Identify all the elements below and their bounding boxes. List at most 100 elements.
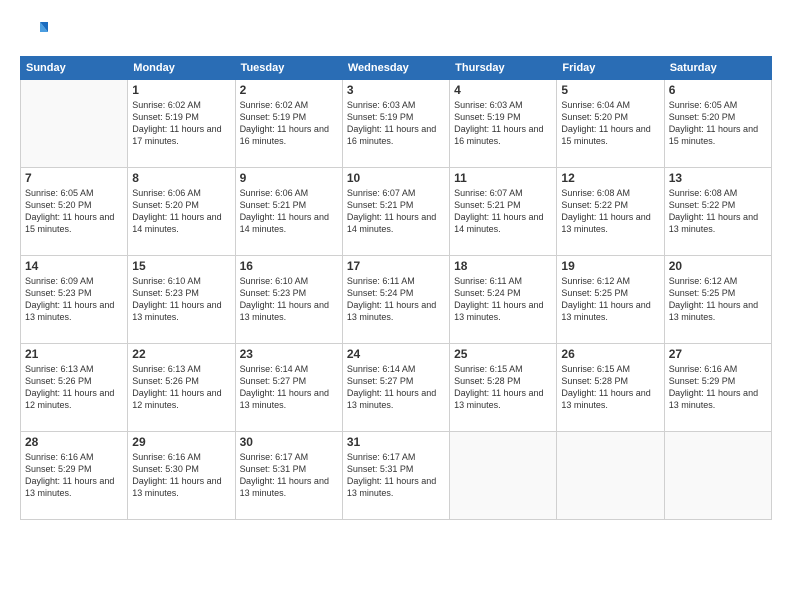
day-info: Sunrise: 6:08 AMSunset: 5:22 PMDaylight:… [561,187,659,236]
calendar-day-cell: 8 Sunrise: 6:06 AMSunset: 5:20 PMDaylight… [128,168,235,256]
calendar-week-row: 1 Sunrise: 6:02 AMSunset: 5:19 PMDaylight… [21,80,772,168]
calendar-week-row: 28 Sunrise: 6:16 AMSunset: 5:29 PMDayligh… [21,432,772,520]
day-number: 7 [25,171,123,185]
day-number: 30 [240,435,338,449]
calendar-day-cell: 3Sunrise: 6:03 AMSunset: 5:19 PMDaylight… [342,80,449,168]
day-number: 20 [669,259,767,273]
day-info: Sunrise: 6:17 AMSunset: 5:31 PMDaylight:… [240,451,338,500]
day-number: 23 [240,347,338,361]
calendar-day-cell: 14 Sunrise: 6:09 AMSunset: 5:23 PMDayligh… [21,256,128,344]
day-info: Sunrise: 6:16 AMSunset: 5:29 PMDaylight:… [25,451,123,500]
calendar-day-cell [450,432,557,520]
day-info: Sunrise: 6:14 AMSunset: 5:27 PMDaylight:… [240,363,338,412]
day-info: Sunrise: 6:03 AMSunset: 5:19 PMDaylight:… [347,99,445,148]
calendar-day-cell: 5 Sunrise: 6:04 AMSunset: 5:20 PMDaylight… [557,80,664,168]
calendar-header-row: SundayMondayTuesdayWednesdayThursdayFrid… [21,57,772,80]
header [20,18,772,46]
calendar-day-cell: 7 Sunrise: 6:05 AMSunset: 5:20 PMDaylight… [21,168,128,256]
calendar-day-cell: 13Sunrise: 6:08 AMSunset: 5:22 PMDayligh… [664,168,771,256]
day-number: 4 [454,83,552,97]
calendar-day-cell: 17 Sunrise: 6:11 AMSunset: 5:24 PMDayligh… [342,256,449,344]
day-number: 19 [561,259,659,273]
day-number: 9 [240,171,338,185]
calendar-day-cell: 9 Sunrise: 6:06 AMSunset: 5:21 PMDaylight… [235,168,342,256]
day-number: 18 [454,259,552,273]
calendar-day-cell: 28 Sunrise: 6:16 AMSunset: 5:29 PMDayligh… [21,432,128,520]
calendar-day-cell: 12 Sunrise: 6:08 AMSunset: 5:22 PMDayligh… [557,168,664,256]
day-number: 11 [454,171,552,185]
day-number: 27 [669,347,767,361]
day-number: 14 [25,259,123,273]
calendar-week-row: 14 Sunrise: 6:09 AMSunset: 5:23 PMDayligh… [21,256,772,344]
calendar-day-cell: 25 Sunrise: 6:15 AMSunset: 5:28 PMDayligh… [450,344,557,432]
calendar-day-cell: 22Sunrise: 6:13 AMSunset: 5:26 PMDayligh… [128,344,235,432]
day-number: 28 [25,435,123,449]
day-info: Sunrise: 6:05 AMSunset: 5:20 PMDaylight:… [25,187,123,236]
logo-icon [20,18,48,46]
calendar-day-cell: 23 Sunrise: 6:14 AMSunset: 5:27 PMDayligh… [235,344,342,432]
day-info: Sunrise: 6:02 AMSunset: 5:19 PMDaylight:… [240,99,338,148]
day-info: Sunrise: 6:06 AMSunset: 5:20 PMDaylight:… [132,187,230,236]
calendar-day-cell: 16Sunrise: 6:10 AMSunset: 5:23 PMDayligh… [235,256,342,344]
day-info: Sunrise: 6:10 AMSunset: 5:23 PMDaylight:… [132,275,230,324]
day-info: Sunrise: 6:11 AMSunset: 5:24 PMDaylight:… [454,275,552,324]
calendar-day-cell: 20 Sunrise: 6:12 AMSunset: 5:25 PMDayligh… [664,256,771,344]
calendar-day-cell [557,432,664,520]
day-number: 22 [132,347,230,361]
calendar-col-header: Friday [557,57,664,80]
day-info: Sunrise: 6:02 AMSunset: 5:19 PMDaylight:… [132,99,230,148]
page: SundayMondayTuesdayWednesdayThursdayFrid… [0,0,792,612]
logo [20,18,52,46]
day-number: 8 [132,171,230,185]
calendar-day-cell: 24Sunrise: 6:14 AMSunset: 5:27 PMDayligh… [342,344,449,432]
day-info: Sunrise: 6:12 AMSunset: 5:25 PMDaylight:… [669,275,767,324]
day-number: 13 [669,171,767,185]
calendar-day-cell: 31Sunrise: 6:17 AMSunset: 5:31 PMDayligh… [342,432,449,520]
day-info: Sunrise: 6:07 AMSunset: 5:21 PMDaylight:… [347,187,445,236]
day-number: 16 [240,259,338,273]
calendar-day-cell: 30 Sunrise: 6:17 AMSunset: 5:31 PMDayligh… [235,432,342,520]
calendar-day-cell: 27 Sunrise: 6:16 AMSunset: 5:29 PMDayligh… [664,344,771,432]
day-info: Sunrise: 6:06 AMSunset: 5:21 PMDaylight:… [240,187,338,236]
day-number: 1 [132,83,230,97]
calendar-col-header: Tuesday [235,57,342,80]
calendar-col-header: Sunday [21,57,128,80]
day-info: Sunrise: 6:16 AMSunset: 5:29 PMDaylight:… [669,363,767,412]
calendar-col-header: Wednesday [342,57,449,80]
day-info: Sunrise: 6:05 AMSunset: 5:20 PMDaylight:… [669,99,767,148]
calendar-day-cell: 11 Sunrise: 6:07 AMSunset: 5:21 PMDayligh… [450,168,557,256]
day-number: 10 [347,171,445,185]
day-info: Sunrise: 6:15 AMSunset: 5:28 PMDaylight:… [561,363,659,412]
day-info: Sunrise: 6:09 AMSunset: 5:23 PMDaylight:… [25,275,123,324]
calendar-day-cell [664,432,771,520]
day-info: Sunrise: 6:04 AMSunset: 5:20 PMDaylight:… [561,99,659,148]
calendar-day-cell: 4 Sunrise: 6:03 AMSunset: 5:19 PMDaylight… [450,80,557,168]
calendar-day-cell: 29Sunrise: 6:16 AMSunset: 5:30 PMDayligh… [128,432,235,520]
day-number: 5 [561,83,659,97]
day-number: 17 [347,259,445,273]
calendar-table: SundayMondayTuesdayWednesdayThursdayFrid… [20,56,772,520]
day-number: 24 [347,347,445,361]
calendar-col-header: Monday [128,57,235,80]
day-info: Sunrise: 6:07 AMSunset: 5:21 PMDaylight:… [454,187,552,236]
calendar-week-row: 21Sunrise: 6:13 AMSunset: 5:26 PMDayligh… [21,344,772,432]
day-number: 26 [561,347,659,361]
day-info: Sunrise: 6:17 AMSunset: 5:31 PMDaylight:… [347,451,445,500]
calendar-week-row: 7 Sunrise: 6:05 AMSunset: 5:20 PMDaylight… [21,168,772,256]
calendar-day-cell: 2Sunrise: 6:02 AMSunset: 5:19 PMDaylight… [235,80,342,168]
day-info: Sunrise: 6:03 AMSunset: 5:19 PMDaylight:… [454,99,552,148]
calendar-day-cell [21,80,128,168]
calendar-col-header: Saturday [664,57,771,80]
day-number: 15 [132,259,230,273]
day-number: 12 [561,171,659,185]
day-number: 21 [25,347,123,361]
day-info: Sunrise: 6:16 AMSunset: 5:30 PMDaylight:… [132,451,230,500]
calendar-day-cell: 21Sunrise: 6:13 AMSunset: 5:26 PMDayligh… [21,344,128,432]
day-number: 25 [454,347,552,361]
calendar-col-header: Thursday [450,57,557,80]
calendar-day-cell: 26 Sunrise: 6:15 AMSunset: 5:28 PMDayligh… [557,344,664,432]
day-info: Sunrise: 6:15 AMSunset: 5:28 PMDaylight:… [454,363,552,412]
calendar-day-cell: 1 Sunrise: 6:02 AMSunset: 5:19 PMDaylight… [128,80,235,168]
day-info: Sunrise: 6:11 AMSunset: 5:24 PMDaylight:… [347,275,445,324]
calendar-day-cell: 15 Sunrise: 6:10 AMSunset: 5:23 PMDayligh… [128,256,235,344]
